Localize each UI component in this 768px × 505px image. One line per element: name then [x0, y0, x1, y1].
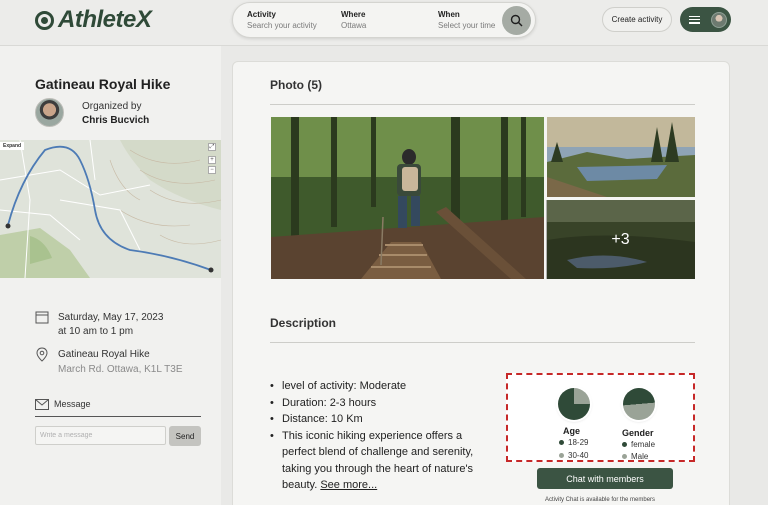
map-zoom-out-icon[interactable]: − [208, 166, 216, 174]
map-expand-button[interactable]: Expand [0, 142, 25, 150]
legend-dot [622, 442, 627, 447]
map-graphic [0, 140, 221, 278]
user-avatar [711, 11, 727, 28]
list-item: This iconic hiking experience offers a p… [270, 428, 485, 494]
logo-text: AthleteX [58, 6, 152, 33]
gender-legend-item: female [622, 440, 655, 449]
main-photo[interactable] [271, 117, 544, 279]
event-map[interactable] [0, 140, 221, 278]
age-pie-chart [558, 388, 590, 420]
member-stats-panel: Age 18-29 30-40 Gender female Male [506, 373, 695, 462]
logo-icon [35, 10, 54, 30]
where-value: Ottawa [341, 21, 367, 30]
hamburger-icon [689, 15, 700, 24]
calendar-icon [35, 311, 49, 324]
message-input[interactable] [35, 426, 166, 445]
where-field[interactable]: Where Ottawa [341, 10, 366, 30]
legend-label: 18-29 [568, 438, 589, 447]
description-list: level of activity: Moderate Duration: 2-… [270, 378, 485, 494]
more-photos-overlay[interactable]: +3 [546, 200, 695, 279]
create-activity-button[interactable]: Create activity [602, 7, 672, 32]
map-fullscreen-icon[interactable]: ⤢ [208, 143, 216, 151]
list-item: level of activity: Moderate [270, 378, 485, 395]
search-icon [510, 14, 523, 27]
hiker-forest-image [271, 117, 544, 279]
when-label: When [438, 10, 460, 19]
event-title: Gatineau Royal Hike [35, 76, 171, 92]
logo[interactable]: AthleteX [35, 6, 152, 34]
description-divider [270, 342, 695, 343]
when-placeholder: Select your time [438, 21, 496, 30]
event-date-time: Saturday, May 17, 2023 at 10 am to 1 pm [58, 311, 163, 339]
organized-by-label: Organized by [82, 101, 142, 112]
organizer-name[interactable]: Chris Bucvich [82, 115, 149, 126]
location-pin-icon [36, 347, 48, 362]
location-name: Gatineau Royal Hike [58, 349, 150, 360]
map-zoom-in-icon[interactable]: + [208, 156, 216, 164]
where-label: Where [341, 10, 366, 19]
lake-photo[interactable] [547, 117, 695, 197]
age-legend-item: 18-29 [559, 438, 588, 447]
search-button[interactable] [502, 6, 531, 35]
gender-legend-item: Male [622, 452, 648, 461]
legend-dot [559, 440, 564, 445]
activity-label: Activity [247, 10, 276, 19]
activity-field[interactable]: Activity Search your activity [247, 10, 317, 30]
event-time: at 10 am to 1 pm [58, 326, 134, 337]
list-item: Duration: 2-3 hours [270, 395, 485, 412]
message-divider [35, 416, 201, 417]
legend-dot [622, 454, 627, 459]
age-legend-item: 30-40 [559, 451, 588, 460]
description-title: Description [270, 316, 337, 330]
legend-label: 30-40 [568, 451, 589, 460]
gender-pie-chart [623, 388, 655, 420]
lake-sunset-image [547, 117, 695, 197]
message-label: Message [54, 399, 91, 409]
legend-label: Male [631, 452, 649, 461]
activity-placeholder: Search your activity [247, 21, 317, 30]
chat-availability-note: Activity Chat is available for the membe… [545, 497, 656, 503]
event-date: Saturday, May 17, 2023 [58, 312, 164, 323]
when-field[interactable]: When Select your time [438, 10, 495, 30]
send-button[interactable]: Send [169, 426, 201, 446]
gender-title: Gender [622, 428, 654, 438]
age-title: Age [563, 426, 581, 436]
legend-label: female [631, 440, 656, 449]
envelope-icon [35, 399, 49, 410]
description-text: This iconic hiking experience offers a p… [282, 429, 474, 492]
search-bar: Activity Search your activity Where Otta… [232, 2, 536, 38]
photo-divider [270, 104, 695, 105]
location-address: March Rd. Ottawa, K1L T3E [58, 364, 183, 375]
legend-dot [559, 453, 564, 458]
chat-with-members-button[interactable]: Chat with members [537, 468, 673, 489]
top-header: AthleteX Activity Search your activity W… [0, 0, 768, 46]
organizer-avatar[interactable] [35, 98, 64, 127]
user-menu-button[interactable] [680, 7, 731, 32]
list-item: Distance: 10 Km [270, 411, 485, 428]
see-more-link[interactable]: See more... [320, 479, 377, 491]
photo-section-title: Photo (5) [270, 78, 322, 92]
